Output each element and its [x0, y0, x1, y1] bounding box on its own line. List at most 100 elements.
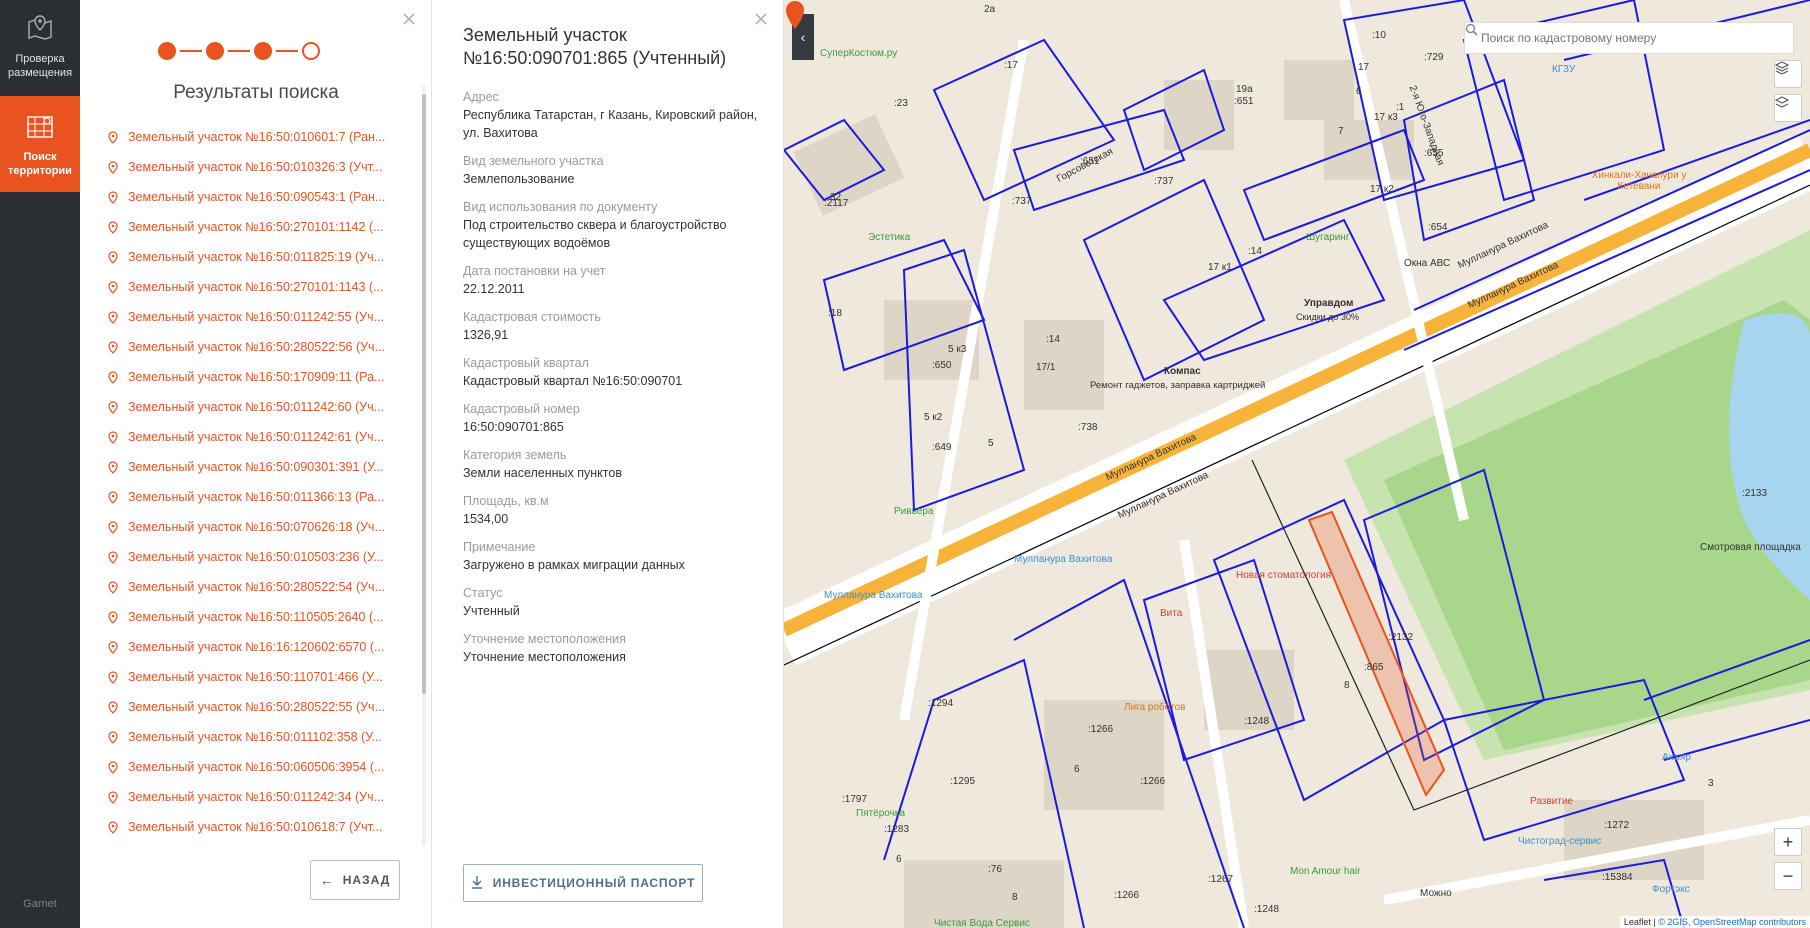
- map-label-poi: Чистая Вода Сервис: [934, 918, 1030, 928]
- result-label: Земельный участок №16:50:090543:1 (Ран..…: [128, 190, 386, 204]
- field-label: Кадастровый номер: [463, 402, 580, 416]
- result-label: Земельный участок №16:50:011242:34 (Уч..…: [128, 790, 385, 804]
- result-list-item[interactable]: Земельный участок №16:50:010601:7 (Ран..…: [80, 122, 420, 152]
- result-list-item[interactable]: Земельный участок №16:50:011366:13 (Ра..…: [80, 482, 420, 512]
- result-list-item[interactable]: Земельный участок №16:50:011242:60 (Уч..…: [80, 392, 420, 422]
- cadastral-search[interactable]: [1464, 22, 1794, 54]
- result-list-item[interactable]: Земельный участок №16:50:170909:11 (Ра..…: [80, 362, 420, 392]
- arrow-left-icon: ←: [319, 872, 335, 888]
- nav-placement-check[interactable]: Проверка размещения: [0, 12, 80, 90]
- result-list-item[interactable]: Земельный участок №16:50:011825:19 (Уч..…: [80, 242, 420, 272]
- map-label-building: 6: [896, 854, 902, 865]
- map-label-stop: Мулланура Вахитова: [1014, 554, 1113, 565]
- map-label-poi: Лига роботов: [1124, 702, 1186, 713]
- location-pin-icon: [108, 610, 118, 624]
- step-connector: [276, 50, 298, 52]
- attribution-leaflet[interactable]: Leaflet |: [1624, 917, 1656, 927]
- map-label-parcel: :865: [1364, 662, 1384, 673]
- map-label-parcel: :651: [1080, 156, 1100, 167]
- map-label-poi: Новая стоматология: [1236, 570, 1331, 581]
- map-label-poi: Компас: [1164, 366, 1201, 377]
- result-list-item[interactable]: Земельный участок №16:50:090543:1 (Ран..…: [80, 182, 420, 212]
- field-label: Кадастровый квартал: [463, 356, 589, 370]
- map-label-building: 2а: [984, 4, 996, 15]
- map-label-poi: КГЗУ: [1552, 64, 1576, 75]
- map-label-building: 17 к2: [1370, 184, 1394, 195]
- field-label: Статус: [463, 586, 503, 600]
- result-list-item[interactable]: Земельный участок №16:50:280522:56 (Уч..…: [80, 332, 420, 362]
- result-label: Земельный участок №16:50:011102:358 (У..…: [128, 730, 382, 744]
- location-pin-icon: [108, 310, 118, 324]
- map-label-parcel: :2132: [1388, 632, 1414, 643]
- location-pin-icon: [108, 370, 118, 384]
- location-pin-icon: [108, 760, 118, 774]
- location-pin-icon: [108, 580, 118, 594]
- result-list-item[interactable]: Земельный участок №16:16:120602:6570 (..…: [80, 632, 420, 662]
- map-canvas: [784, 0, 1810, 928]
- map-label-poi: Развитие: [1530, 796, 1573, 807]
- nav-territory-search[interactable]: Поиск территории: [0, 96, 80, 192]
- location-pin-icon: [108, 490, 118, 504]
- map-label-building: 6: [1356, 86, 1362, 97]
- result-list-item[interactable]: Земельный участок №16:50:110505:2640 (..…: [80, 602, 420, 632]
- results-title: Результаты поиска: [173, 82, 339, 103]
- field-value: 1326,91: [463, 328, 509, 342]
- result-list-item[interactable]: Земельный участок №16:50:070626:18 (Уч..…: [80, 512, 420, 542]
- field-value: 1534,00: [463, 512, 509, 526]
- result-list-item[interactable]: Земельный участок №16:50:090301:391 (У..…: [80, 452, 420, 482]
- map-label-poi: Можно: [1420, 888, 1452, 899]
- back-button[interactable]: ← НАЗАД: [310, 860, 400, 900]
- basemap-button[interactable]: [1774, 94, 1802, 122]
- map-label-parcel: :1797: [842, 794, 868, 805]
- result-label: Земельный участок №16:50:110505:2640 (..…: [128, 610, 384, 624]
- investment-passport-button[interactable]: ИНВЕСТИЦИОННЫЙ ПАСПОРТ: [463, 864, 703, 902]
- result-list-item[interactable]: Земельный участок №16:50:060506:3954 (..…: [80, 752, 420, 782]
- app-root: Проверка размещения Поиск территории Gar…: [0, 0, 1810, 928]
- parcel-field: Кадастровая стоимость 1326,91: [463, 308, 763, 344]
- map-label-parcel: :729: [1424, 52, 1444, 63]
- field-value: Под строительство сквера и благоустройст…: [463, 218, 727, 250]
- map-view[interactable]: ‹ + − СуперКостюм.ру КГЗУ Горсоветская 2…: [784, 0, 1810, 928]
- parcel-field: Категория земель Земли населенных пунктов: [463, 446, 763, 482]
- result-list-item[interactable]: Земельный участок №16:50:011242:55 (Уч..…: [80, 302, 420, 332]
- results-panel: Результаты поиска Земельный участок №16:…: [80, 0, 432, 928]
- location-pin-icon: [108, 820, 118, 834]
- location-pin-icon: [108, 670, 118, 684]
- map-label-building: 6: [1074, 764, 1080, 775]
- attribution-credits[interactable]: © 2GIS, OpenStreetMap contributors: [1658, 917, 1806, 927]
- result-list-item[interactable]: Земельный участок №16:50:280522:54 (Уч..…: [80, 572, 420, 602]
- step-1: [158, 42, 176, 60]
- result-list-item[interactable]: Земельный участок №16:50:110701:466 (У..…: [80, 662, 420, 692]
- result-list-item[interactable]: Земельный участок №16:50:280522:55 (Уч..…: [80, 692, 420, 722]
- selected-location-pin-icon[interactable]: [784, 0, 806, 30]
- map-label-building: 5 к3: [948, 344, 967, 355]
- field-label: Вид земельного участка: [463, 154, 604, 168]
- layers-button[interactable]: [1774, 60, 1802, 88]
- field-label: Адрес: [463, 90, 499, 104]
- parcel-field: Адрес Республика Татарстан, г Казань, Кир…: [463, 88, 763, 142]
- map-label-building: 19а: [1236, 84, 1253, 95]
- close-icon[interactable]: [402, 12, 416, 26]
- zoom-out-button[interactable]: −: [1774, 862, 1802, 890]
- cadastral-search-input[interactable]: [1481, 31, 1761, 45]
- result-label: Земельный участок №16:50:280522:54 (Уч..…: [128, 580, 385, 594]
- result-list-item[interactable]: Земельный участок №16:50:011242:61 (Уч..…: [80, 422, 420, 452]
- location-pin-icon: [108, 790, 118, 804]
- zoom-in-button[interactable]: +: [1774, 828, 1802, 856]
- map-label-parcel: :1267: [1208, 874, 1234, 885]
- scroll-thumb[interactable]: [422, 94, 426, 694]
- result-list-item[interactable]: Земельный участок №16:50:011242:34 (Уч..…: [80, 782, 420, 812]
- results-list: Земельный участок №16:50:010601:7 (Ран..…: [80, 122, 420, 846]
- result-list-item[interactable]: Земельный участок №16:50:270101:1143 (..…: [80, 272, 420, 302]
- result-list-item[interactable]: Земельный участок №16:50:010618:7 (Учт..…: [80, 812, 420, 842]
- result-list-item[interactable]: Земельный участок №16:50:010503:236 (У..…: [80, 542, 420, 572]
- result-list-item[interactable]: Земельный участок №16:50:011102:358 (У..…: [80, 722, 420, 752]
- map-label-parcel: :1248: [1244, 716, 1270, 727]
- result-list-item[interactable]: Земельный участок №16:50:270101:1142 (..…: [80, 212, 420, 242]
- result-list-item[interactable]: Земельный участок №16:50:010326:3 (Учт..…: [80, 152, 420, 182]
- step-connector: [180, 50, 202, 52]
- field-label: Уточнение местоположения: [463, 632, 626, 646]
- results-scrollbar[interactable]: [421, 86, 427, 846]
- result-label: Земельный участок №16:50:280522:55 (Уч..…: [128, 700, 385, 714]
- map-pin-icon: [28, 15, 52, 40]
